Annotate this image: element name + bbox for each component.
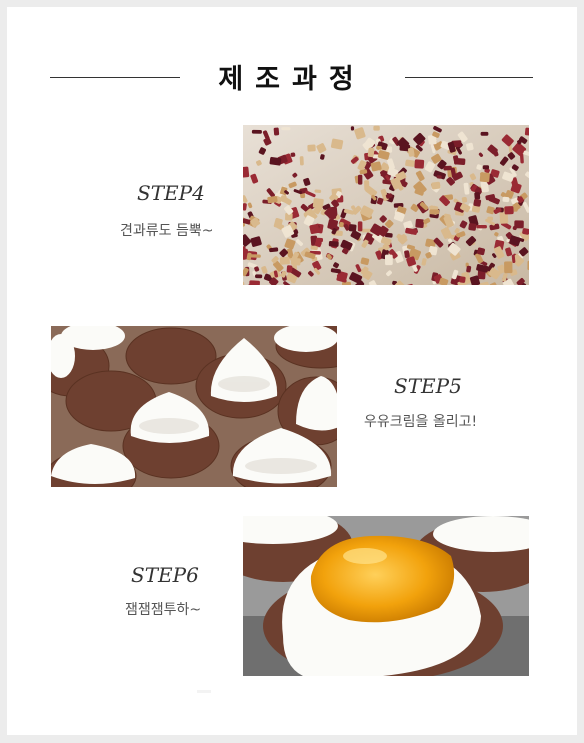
section-title: 제조과정: [218, 64, 366, 95]
nut-piece: [273, 127, 280, 136]
nut-piece: [468, 223, 477, 231]
nut-piece: [307, 144, 316, 152]
step6-label: STEP6: [131, 563, 199, 587]
nut-piece: [269, 156, 282, 166]
title-divider-left: [50, 77, 180, 78]
nut-piece: [476, 225, 487, 229]
nut-piece: [286, 265, 293, 273]
section-header: 제조과정: [7, 55, 577, 95]
nut-piece: [255, 274, 263, 279]
nut-piece: [386, 146, 393, 153]
nut-piece: [415, 218, 425, 228]
nut-piece: [357, 174, 363, 185]
nut-piece: [281, 127, 291, 131]
nut-piece: [384, 254, 393, 266]
step6-description: 잼잼잼투하~: [125, 602, 202, 618]
nut-piece: [431, 181, 441, 190]
nut-piece: [243, 166, 250, 178]
nut-piece: [249, 280, 260, 285]
nut-piece: [461, 196, 468, 203]
recipe-page: 제조과정 STEP4 견과류도 듬뿍~ STEP5 우유크림을 올리고! STE…: [7, 7, 577, 735]
nut-piece: [373, 125, 380, 131]
nut-piece: [519, 153, 524, 164]
step4-label: STEP4: [137, 181, 205, 205]
nut-piece: [367, 147, 375, 158]
step4-description: 견과류도 듬뿍~: [120, 223, 214, 239]
nut-piece: [309, 224, 320, 235]
nut-piece: [348, 224, 357, 232]
nut-piece: [314, 189, 322, 193]
nut-piece: [328, 241, 339, 247]
jam-cookie-photo-icon: [243, 516, 529, 676]
nut-piece: [350, 126, 355, 131]
nut-piece: [527, 260, 529, 271]
nut-piece: [479, 172, 490, 183]
step5-label: STEP5: [394, 374, 462, 398]
nut-piece: [474, 192, 481, 200]
nut-piece: [405, 159, 415, 167]
nut-piece: [504, 261, 513, 274]
nuts-photo-icon: [243, 125, 529, 285]
nut-piece: [251, 129, 262, 134]
nut-piece: [250, 254, 261, 258]
nut-piece: [502, 196, 510, 203]
nut-piece: [429, 209, 440, 215]
nut-piece: [454, 157, 466, 165]
nut-piece: [482, 165, 490, 170]
nut-piece: [504, 206, 514, 215]
footer-mark: [197, 690, 211, 693]
step5-photo: [51, 326, 337, 487]
nut-piece: [459, 276, 466, 283]
cream-cookies-photo-icon: [51, 326, 337, 487]
nut-piece: [357, 221, 363, 232]
nut-piece: [480, 131, 489, 136]
nut-piece: [299, 156, 304, 166]
title-divider-right: [405, 77, 533, 78]
nut-piece: [414, 159, 425, 169]
step6-photo: [243, 516, 529, 676]
step4-photo: [243, 125, 529, 285]
nut-piece: [279, 256, 290, 265]
nut-piece: [364, 180, 370, 191]
nut-piece: [473, 198, 482, 207]
step5-description: 우유크림을 올리고!: [364, 414, 478, 430]
